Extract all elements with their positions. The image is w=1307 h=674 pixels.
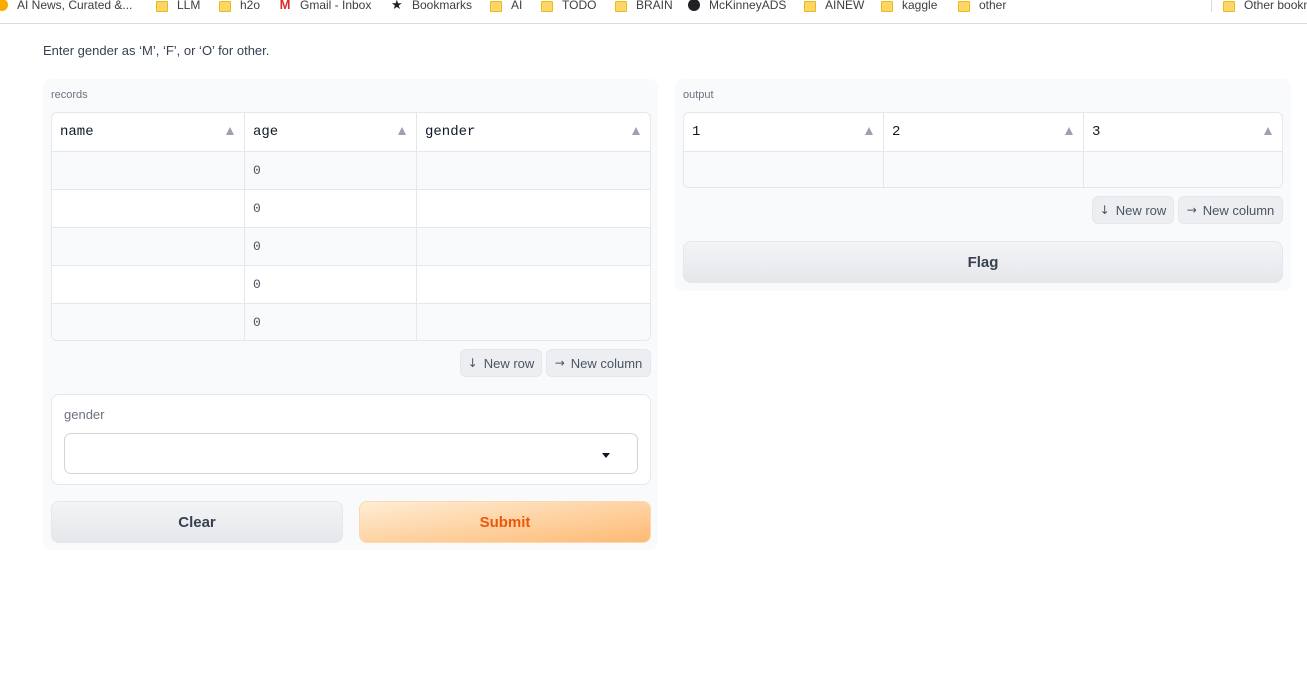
header-3[interactable]: 3 [1083,113,1282,151]
sun-icon [0,0,8,11]
submit-button[interactable]: Submit [359,501,651,543]
table-row: 0 [52,265,650,303]
header-gender[interactable]: gender [416,113,650,151]
clear-button[interactable]: Clear [51,501,343,543]
sort-arrow-icon[interactable] [226,127,234,135]
cell-name[interactable] [52,152,244,189]
gmail-icon: M [279,0,291,12]
bookmark-llm[interactable]: LLM [156,0,200,12]
cell-gender[interactable] [416,304,650,340]
folder-icon [881,0,893,12]
flag-button[interactable]: Flag [683,241,1283,283]
table-row: 0 [52,303,650,340]
star-icon: ★ [391,0,403,12]
header-age[interactable]: age [244,113,416,151]
cell-name[interactable] [52,228,244,265]
bookmark-bookmarks[interactable]: ★ Bookmarks [391,0,472,12]
output-cell[interactable] [1083,152,1282,187]
cell-age[interactable]: 0 [244,190,416,227]
header-1[interactable]: 1 [684,113,883,151]
header-2[interactable]: 2 [883,113,1083,151]
arrow-down-icon: ↓ [467,356,478,370]
output-new-row-button[interactable]: ↓ New row [1092,196,1174,224]
bookmark-mckinneyads[interactable]: McKinneyADS [688,0,786,12]
gender-dropdown[interactable] [64,433,638,474]
bookmarks-bar: AI News, Curated &... LLM h2o M Gmail - I… [0,0,1307,24]
bookmark-h2o[interactable]: h2o [219,0,260,12]
cell-name[interactable] [52,190,244,227]
bookmark-brain[interactable]: BRAIN [615,0,673,12]
sort-arrow-icon[interactable] [632,127,640,135]
bookmark-other[interactable]: other [958,0,1006,12]
output-cell[interactable] [684,152,883,187]
gender-dropdown-block: gender [51,394,651,485]
output-table[interactable]: 1 2 3 [683,112,1283,188]
output-label: output [683,89,714,101]
cell-age[interactable]: 0 [244,304,416,340]
table-row: 0 [52,151,650,189]
cell-gender[interactable] [416,228,650,265]
table-row: 0 [52,227,650,265]
sort-arrow-icon[interactable] [1065,127,1073,135]
sort-arrow-icon[interactable] [865,127,873,135]
records-new-column-button[interactable]: → New column [546,349,651,377]
output-new-column-button[interactable]: → New column [1178,196,1283,224]
cell-name[interactable] [52,266,244,303]
cell-gender[interactable] [416,266,650,303]
bookmark-kaggle[interactable]: kaggle [881,0,937,12]
output-header-row: 1 2 3 [684,113,1282,151]
folder-icon [615,0,627,12]
arrow-right-icon: → [1186,203,1197,217]
folder-icon [490,0,502,12]
cell-gender[interactable] [416,190,650,227]
cell-name[interactable] [52,304,244,340]
folder-icon [1223,0,1235,12]
records-header-row: name age gender [52,113,650,151]
sort-arrow-icon[interactable] [398,127,406,135]
bookmark-todo[interactable]: TODO [541,0,596,12]
arrow-down-icon: ↓ [1099,203,1110,217]
header-name[interactable]: name [52,113,244,151]
folder-icon [219,0,231,12]
bookmark-ai[interactable]: AI [490,0,522,12]
bookmark-other-bookmarks[interactable]: Other bookmarks [1223,0,1307,12]
folder-icon [541,0,553,12]
bookmark-ainew[interactable]: AINEW [804,0,864,12]
cell-age[interactable]: 0 [244,266,416,303]
bookmark-gmail[interactable]: M Gmail - Inbox [279,0,372,12]
bookmarks-separator [1211,0,1212,12]
globe-icon [688,0,700,11]
cell-age[interactable]: 0 [244,152,416,189]
gender-dropdown-label: gender [64,407,105,422]
output-cell[interactable] [883,152,1083,187]
records-label: records [51,89,88,101]
folder-icon [156,0,168,12]
cell-gender[interactable] [416,152,650,189]
records-new-row-button[interactable]: ↓ New row [460,349,542,377]
folder-icon [804,0,816,12]
records-table[interactable]: name age gender 0 0 0 0 0 [51,112,651,341]
bookmark-ai-news[interactable]: AI News, Curated &... [0,0,132,12]
sort-arrow-icon[interactable] [1264,127,1272,135]
arrow-right-icon: → [554,356,565,370]
cell-age[interactable]: 0 [244,228,416,265]
chevron-down-icon[interactable] [602,453,610,458]
folder-icon [958,0,970,12]
table-row: 0 [52,189,650,227]
table-row [684,151,1282,187]
description-text: Enter gender as ‘M’, ‘F’, or ‘O’ for oth… [43,43,270,58]
